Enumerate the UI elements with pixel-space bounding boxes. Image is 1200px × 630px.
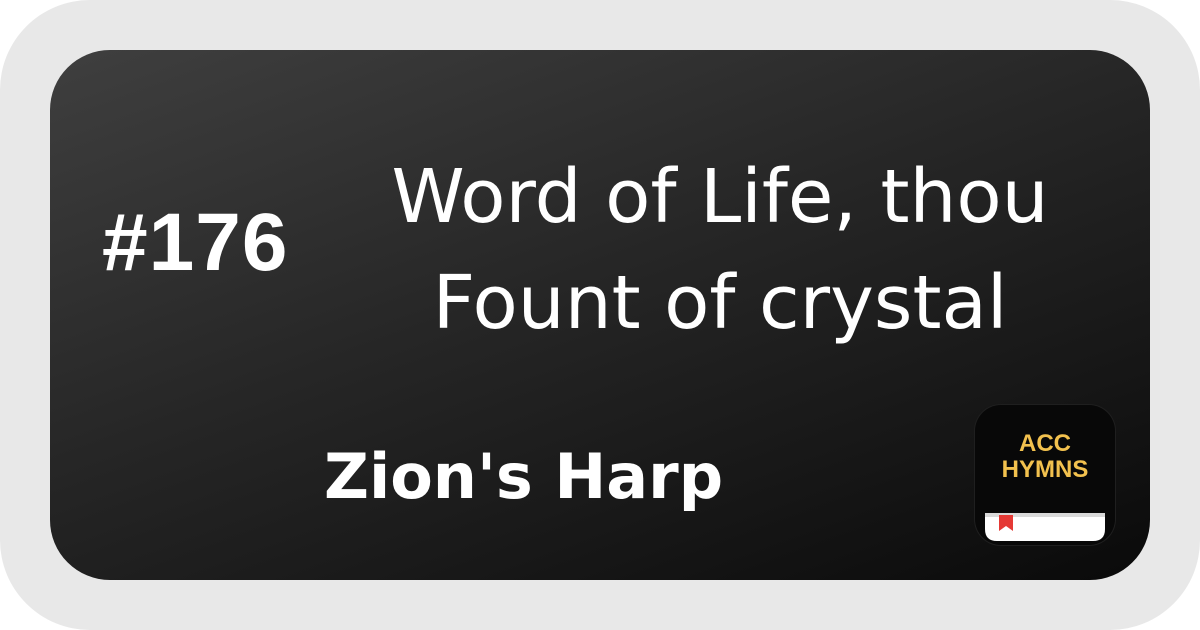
hymn-title-line-1: Word of Life, thou	[391, 154, 1049, 240]
hymn-title: Word of Life, thou Fount of crystal	[340, 144, 1100, 356]
hymn-card: #176 Word of Life, thou Fount of crystal…	[50, 50, 1150, 580]
book-icon	[985, 513, 1105, 541]
hymn-number: #176	[102, 197, 289, 288]
hymn-title-line-2: Fount of crystal	[432, 260, 1008, 346]
card-frame: #176 Word of Life, thou Fount of crystal…	[0, 0, 1200, 630]
hymn-book-name: Zion's Harp	[324, 440, 724, 513]
acc-hymns-logo: ACC HYMNS	[975, 405, 1115, 545]
